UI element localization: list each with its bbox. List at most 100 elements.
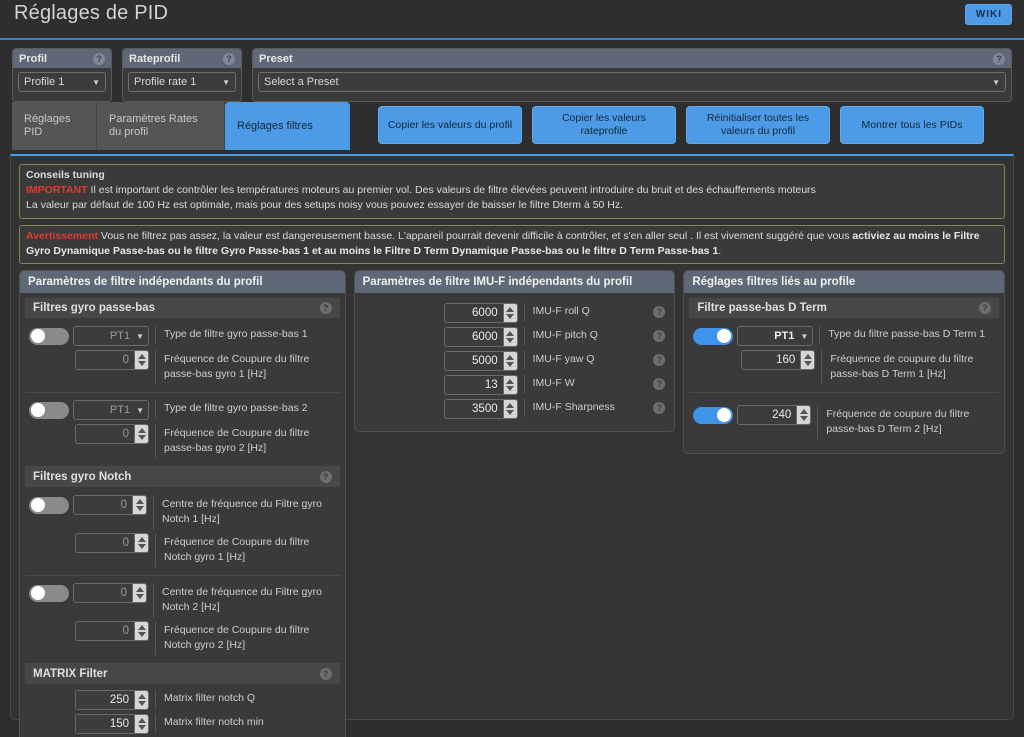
imuf-sharpness-input[interactable]: 3500: [443, 399, 518, 420]
gyro-lowpass-1-type-label: Type de filtre gyro passe-bas 1: [155, 326, 336, 345]
imuf-w-input[interactable]: 13: [443, 375, 518, 396]
gyro-notch-2-cutoff-input[interactable]: 0: [75, 621, 149, 642]
wiki-button[interactable]: WIKI: [964, 4, 1012, 25]
imuf-roll-q-value: 6000: [472, 307, 498, 320]
preset-select[interactable]: Select a Preset ▼: [258, 72, 1006, 92]
spinner-arrows[interactable]: [134, 622, 148, 641]
preset-select-value: Select a Preset: [264, 76, 339, 88]
imuf-pitch-q-label: IMU-F pitch Q: [523, 327, 654, 346]
gyro-notch-2-toggle[interactable]: [29, 584, 69, 602]
matrix-notch-min-value: 150: [109, 718, 129, 731]
dterm-lowpass-2-freq-row: 240 Fréquence de coupure du filtre passe…: [689, 403, 999, 441]
spinner-arrows[interactable]: [134, 425, 148, 444]
panel-title-right: Réglages filtres liés au profile: [684, 271, 1004, 294]
gyro-lowpass-2-freq-row: 0 Fréquence de Coupure du filtre passe-b…: [25, 422, 340, 460]
help-icon[interactable]: ?: [319, 302, 332, 315]
toggle-knob: [31, 329, 45, 344]
spinner-arrows[interactable]: [796, 406, 811, 425]
gyro-notch-1-toggle[interactable]: [29, 496, 69, 514]
gyro-lowpass-2-type-label: Type de filtre gyro passe-bas 2: [155, 400, 336, 419]
arrow-down-icon: [137, 361, 146, 367]
gyro-lowpass-2-type-select[interactable]: PT1 ▼: [73, 400, 149, 421]
imuf-roll-q-input[interactable]: 6000: [443, 303, 518, 324]
arrow-down-icon: [506, 410, 515, 416]
help-icon[interactable]: ?: [993, 52, 1005, 65]
dterm-lowpass-1-toggle[interactable]: [693, 327, 734, 345]
dterm-lowpass-1-type-value: PT1: [774, 330, 795, 343]
spinner-arrows[interactable]: [502, 376, 517, 395]
spinner-arrows[interactable]: [502, 352, 517, 371]
imuf-pitch-q-input[interactable]: 6000: [443, 327, 518, 348]
preset-selector-body: Select a Preset ▼: [253, 68, 1011, 97]
gyro-notch-1-center-input[interactable]: 0: [73, 495, 147, 516]
gyro-lowpass-1-type-select[interactable]: PT1 ▼: [73, 326, 149, 347]
arrow-up-icon: [799, 409, 808, 415]
gyro-notch-2-center-input[interactable]: 0: [73, 583, 147, 604]
spinner-arrows[interactable]: [502, 304, 517, 323]
dterm-lowpass-1-type-select[interactable]: PT1 ▼: [737, 326, 814, 347]
dterm-lowpass-2-toggle[interactable]: [693, 406, 734, 424]
help-icon[interactable]: ?: [223, 52, 235, 65]
spinner-arrows[interactable]: [134, 691, 148, 710]
profile-select[interactable]: Profile 1 ▼: [18, 72, 106, 92]
gyro-notch-1-cutoff-controls: 0: [75, 533, 149, 554]
spinner-arrows[interactable]: [134, 715, 148, 734]
arrow-up-icon: [137, 718, 146, 724]
help-icon[interactable]: ?: [653, 330, 666, 343]
important-note-line1: IMPORTANT Il est important de contrôler …: [26, 183, 998, 198]
gyro-notch-1-cutoff-input[interactable]: 0: [75, 533, 149, 554]
imuf-w-row: 13 IMU-F W ?: [360, 373, 670, 397]
panel-right-body: Filtre passe-bas D Term ? PT1 ▼ Type du …: [684, 293, 1004, 453]
gyro-lowpass-1-freq-input[interactable]: 0: [75, 350, 149, 371]
gyro-notch-2-cutoff-controls: 0: [75, 621, 149, 642]
matrix-notch-q-value: 250: [109, 694, 129, 707]
help-icon[interactable]: ?: [319, 668, 332, 681]
help-icon[interactable]: ?: [93, 52, 105, 65]
gyro-lowpass-2-type-row: PT1 ▼ Type de filtre gyro passe-bas 2: [25, 398, 340, 422]
help-icon[interactable]: ?: [979, 302, 991, 315]
tab-rate-settings[interactable]: Paramètres Rates du profil: [97, 102, 225, 150]
arrow-up-icon: [135, 587, 144, 593]
imuf-yaw-q-input[interactable]: 5000: [443, 351, 518, 372]
chevron-down-icon: ▼: [222, 77, 230, 87]
spinner-arrows[interactable]: [132, 496, 146, 515]
tab-pid-settings[interactable]: Réglages PID: [12, 102, 97, 150]
tab-filter-settings[interactable]: Réglages filtres: [225, 102, 350, 150]
copy-profile-values-button[interactable]: Copier les valeurs du profil: [378, 106, 522, 144]
dterm-lowpass-2-freq-input[interactable]: 240: [737, 405, 812, 426]
spinner-arrows[interactable]: [502, 400, 517, 419]
gyro-lowpass-1-controls: PT1 ▼: [29, 326, 149, 347]
gyro-lowpass-title: Filtres gyro passe-bas: [33, 302, 156, 315]
help-icon[interactable]: ?: [653, 402, 666, 415]
gyro-notch-2-cutoff-label: Fréquence de Coupure du filtre Notch gyr…: [155, 621, 336, 656]
dterm-lowpass-1-freq-input[interactable]: 160: [741, 350, 816, 371]
matrix-notch-q-controls: 250: [75, 690, 149, 711]
spinner-arrows[interactable]: [800, 351, 815, 370]
gyro-notch-1-group: 0 Centre de fréquence du Filtre gyro Not…: [25, 488, 340, 577]
copy-rateprofile-values-button[interactable]: Copier les valeurs rateprofile: [532, 106, 676, 144]
filter-panels: Paramètres de filtre indépendants du pro…: [19, 270, 1005, 737]
spinner-arrows[interactable]: [134, 534, 148, 553]
matrix-notch-q-input[interactable]: 250: [75, 690, 149, 711]
profile-select-value: Profile 1: [24, 76, 65, 88]
arrow-down-icon: [506, 386, 515, 392]
spinner-arrows[interactable]: [132, 584, 146, 603]
gyro-lowpass-1-toggle[interactable]: [29, 327, 69, 345]
spinner-arrows[interactable]: [134, 351, 148, 370]
reset-profile-values-button[interactable]: Réinitialiser toutes les valeurs du prof…: [686, 106, 830, 144]
gyro-lowpass-2-toggle[interactable]: [29, 401, 69, 419]
show-all-pids-button[interactable]: Montrer tous les PIDs: [840, 106, 984, 144]
matrix-notch-min-input[interactable]: 150: [75, 714, 149, 735]
gyro-notch-2-group: 0 Centre de fréquence du Filtre gyro Not…: [25, 576, 340, 665]
rateprofile-select[interactable]: Profile rate 1 ▼: [128, 72, 236, 92]
matrix-notch-min-row: 150 Matrix filter notch min: [25, 712, 340, 736]
spinner-arrows[interactable]: [502, 328, 517, 347]
help-icon[interactable]: ?: [653, 306, 666, 319]
help-icon[interactable]: ?: [653, 354, 666, 367]
help-icon[interactable]: ?: [653, 378, 666, 391]
arrow-up-icon: [506, 403, 515, 409]
gyro-notch-2-center-value: 0: [120, 587, 127, 600]
arrow-up-icon: [137, 694, 146, 700]
gyro-lowpass-2-freq-input[interactable]: 0: [75, 424, 149, 445]
help-icon[interactable]: ?: [319, 471, 332, 484]
